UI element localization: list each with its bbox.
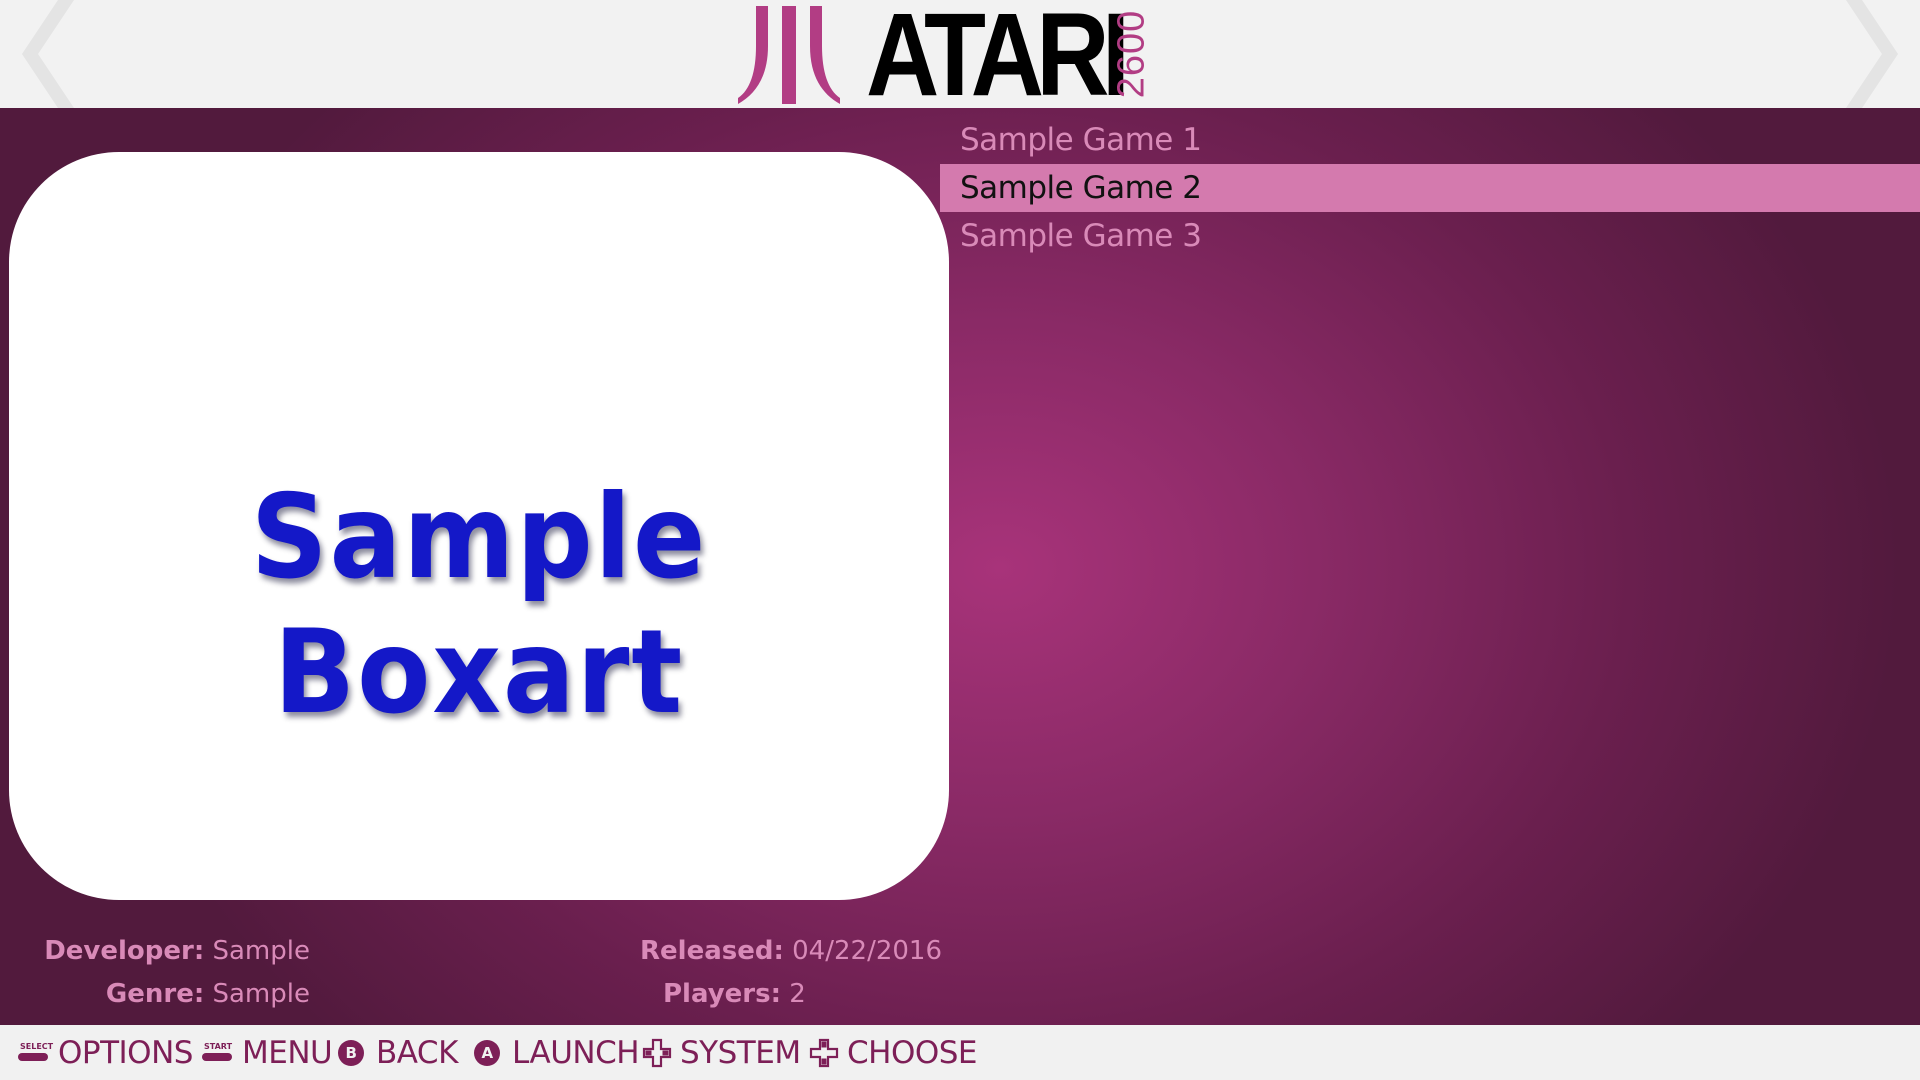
select-button-icon: SELECT: [18, 1042, 53, 1064]
developer-value: Sample: [212, 936, 311, 966]
logo-subtitle: 2600: [1110, 9, 1153, 99]
hint-back[interactable]: B BACK: [338, 1033, 458, 1073]
genre-row: Genre: Sample: [40, 979, 310, 1009]
players-label: Players:: [663, 979, 781, 1009]
dpad-left-right-icon: [642, 1038, 672, 1068]
developer-row: Developer: Sample: [40, 936, 310, 966]
hint-back-label: BACK: [376, 1035, 458, 1071]
hint-system[interactable]: SYSTEM: [642, 1033, 801, 1073]
genre-value: Sample: [212, 979, 311, 1009]
hint-options[interactable]: SELECT OPTIONS: [18, 1033, 193, 1073]
players-row: Players: 2: [663, 979, 806, 1009]
hint-choose[interactable]: CHOOSE: [809, 1033, 978, 1073]
start-button-icon: START: [202, 1042, 232, 1064]
genre-label: Genre:: [105, 979, 205, 1009]
game-list[interactable]: Sample Game 1 Sample Game 2 Sample Game …: [940, 116, 1920, 260]
atari-2600-logo: ATARI 2600: [738, 0, 1183, 114]
hint-choose-label: CHOOSE: [847, 1035, 978, 1071]
hint-launch-label: LAUNCH: [512, 1035, 640, 1071]
a-button-icon: A: [474, 1040, 500, 1066]
game-view: Sample Boxart Sample Game 1 Sample Game …: [0, 108, 1920, 1025]
chevron-right-icon[interactable]: [1842, 0, 1902, 108]
released-row: Released: 04/22/2016: [640, 936, 942, 966]
hint-options-label: OPTIONS: [58, 1035, 193, 1071]
boxart-image: Sample Boxart: [9, 152, 949, 900]
atari-fuji-icon: [738, 6, 840, 104]
hint-launch[interactable]: A LAUNCH: [474, 1033, 640, 1073]
developer-label: Developer:: [44, 936, 205, 966]
help-bar: SELECT OPTIONS START MENU B BACK A LAUNC…: [0, 1025, 1920, 1080]
chevron-left-icon[interactable]: [18, 0, 78, 108]
system-header: ATARI 2600: [0, 0, 1920, 114]
game-list-item[interactable]: Sample Game 1: [940, 116, 1920, 164]
released-label: Released:: [640, 936, 784, 966]
boxart-text: Sample Boxart: [250, 470, 708, 740]
game-list-item-selected[interactable]: Sample Game 2: [940, 164, 1920, 212]
emulationstation-screen: ATARI 2600 Sample Boxart Sample Game 1 S…: [0, 0, 1920, 1080]
released-value: 04/22/2016: [792, 936, 942, 966]
game-list-item[interactable]: Sample Game 3: [940, 212, 1920, 260]
hint-menu-label: MENU: [242, 1035, 333, 1071]
dpad-up-down-icon: [809, 1038, 839, 1068]
b-button-icon: B: [338, 1040, 364, 1066]
players-value: 2: [789, 979, 806, 1009]
hint-menu[interactable]: START MENU: [202, 1033, 333, 1073]
hint-system-label: SYSTEM: [680, 1035, 801, 1071]
logo-text: ATARI: [866, 0, 1130, 121]
